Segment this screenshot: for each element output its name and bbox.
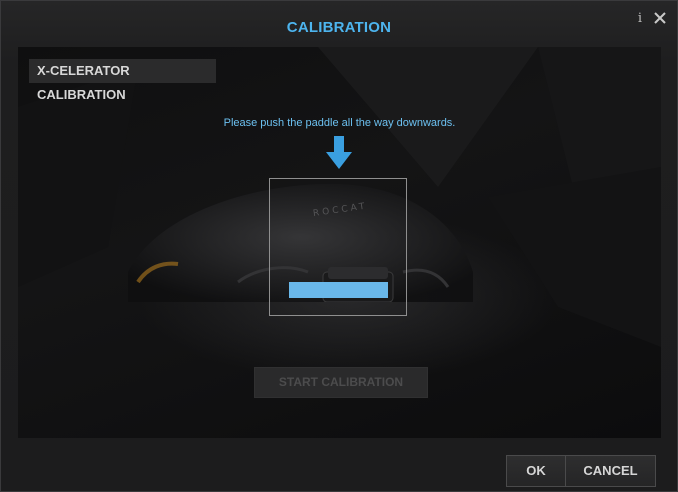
calibration-instruction: Please push the paddle all the way downw…	[223, 117, 456, 129]
start-calibration-button[interactable]: START CALIBRATION	[254, 367, 428, 398]
info-icon[interactable]: i	[634, 11, 646, 27]
ok-button[interactable]: OK	[506, 455, 566, 487]
close-icon[interactable]	[652, 10, 668, 26]
calibration-panel: X-CELERATOR CALIBRATION Please push the …	[18, 47, 661, 438]
section-title: X-CELERATOR CALIBRATION	[29, 59, 216, 102]
dialog-title: CALIBRATION	[286, 19, 392, 36]
cancel-button[interactable]: CANCEL	[566, 455, 656, 487]
calibration-progress-bar	[289, 282, 388, 298]
footer-buttons: OK CANCEL	[506, 455, 656, 487]
down-arrow-icon	[326, 136, 352, 169]
calibration-dialog: CALIBRATION i X-CELERATOR CALIBRATION Pl…	[0, 0, 678, 492]
